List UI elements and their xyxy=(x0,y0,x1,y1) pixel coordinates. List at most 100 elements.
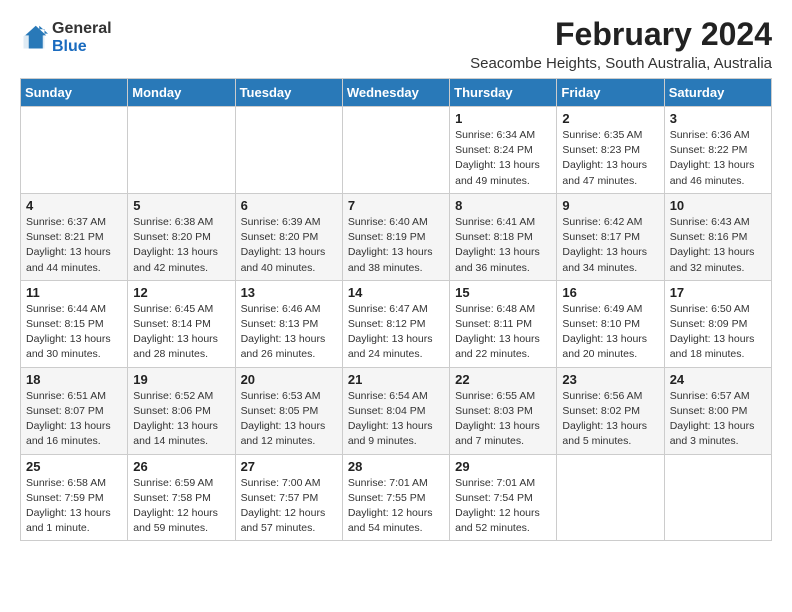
day-info: Sunrise: 6:37 AM Sunset: 8:21 PM Dayligh… xyxy=(26,215,122,276)
day-info: Sunrise: 6:39 AM Sunset: 8:20 PM Dayligh… xyxy=(241,215,337,276)
day-info: Sunrise: 6:48 AM Sunset: 8:11 PM Dayligh… xyxy=(455,302,551,363)
day-number: 2 xyxy=(562,111,658,126)
main-title: February 2024 xyxy=(470,16,772,53)
day-info: Sunrise: 6:43 AM Sunset: 8:16 PM Dayligh… xyxy=(670,215,766,276)
logo-general-text: General xyxy=(52,20,112,37)
calendar-cell: 9Sunrise: 6:42 AM Sunset: 8:17 PM Daylig… xyxy=(557,193,664,280)
header-day-saturday: Saturday xyxy=(664,79,771,107)
header-day-friday: Friday xyxy=(557,79,664,107)
day-number: 23 xyxy=(562,372,658,387)
calendar-week-3: 11 Sunrise: 6:44 AM Sunset: 8:15 PM Dayli… xyxy=(21,280,772,367)
title-area: February 2024 Seacombe Heights, South Au… xyxy=(470,16,772,72)
calendar-cell: 5 Sunrise: 6:38 AM Sunset: 8:20 PM Daylig… xyxy=(128,193,235,280)
calendar-week-5: 25 Sunrise: 6:58 AM Sunset: 7:59 PM Dayli… xyxy=(21,454,772,541)
day-info: Sunrise: 6:50 AM Sunset: 8:09 PM Dayligh… xyxy=(670,302,766,363)
calendar-cell: 8Sunrise: 6:41 AM Sunset: 8:18 PM Daylig… xyxy=(450,193,557,280)
day-info: Sunrise: 6:53 AM Sunset: 8:05 PM Dayligh… xyxy=(241,389,337,450)
day-number: 27 xyxy=(241,459,337,474)
calendar-cell: 12 Sunrise: 6:45 AM Sunset: 8:14 PM Dayli… xyxy=(128,280,235,367)
calendar-cell: 24Sunrise: 6:57 AM Sunset: 8:00 PM Dayli… xyxy=(664,367,771,454)
day-info: Sunrise: 7:00 AM Sunset: 7:57 PM Dayligh… xyxy=(241,476,337,537)
calendar-cell: 19 Sunrise: 6:52 AM Sunset: 8:06 PM Dayli… xyxy=(128,367,235,454)
day-info: Sunrise: 6:42 AM Sunset: 8:17 PM Dayligh… xyxy=(562,215,658,276)
day-info: Sunrise: 6:36 AM Sunset: 8:22 PM Dayligh… xyxy=(670,128,766,189)
day-info: Sunrise: 6:38 AM Sunset: 8:20 PM Dayligh… xyxy=(133,215,229,276)
day-number: 19 xyxy=(133,372,229,387)
header-day-sunday: Sunday xyxy=(21,79,128,107)
calendar-cell: 28 Sunrise: 7:01 AM Sunset: 7:55 PM Dayli… xyxy=(342,454,449,541)
day-number: 13 xyxy=(241,285,337,300)
subtitle: Seacombe Heights, South Australia, Austr… xyxy=(470,55,772,72)
header-row: SundayMondayTuesdayWednesdayThursdayFrid… xyxy=(21,79,772,107)
calendar-cell: 14 Sunrise: 6:47 AM Sunset: 8:12 PM Dayli… xyxy=(342,280,449,367)
calendar-cell: 6 Sunrise: 6:39 AM Sunset: 8:20 PM Daylig… xyxy=(235,193,342,280)
calendar-header: SundayMondayTuesdayWednesdayThursdayFrid… xyxy=(21,79,772,107)
calendar-cell: 25 Sunrise: 6:58 AM Sunset: 7:59 PM Dayli… xyxy=(21,454,128,541)
day-info: Sunrise: 6:41 AM Sunset: 8:18 PM Dayligh… xyxy=(455,215,551,276)
calendar-cell xyxy=(128,107,235,194)
calendar-cell: 3 Sunrise: 6:36 AM Sunset: 8:22 PM Daylig… xyxy=(664,107,771,194)
calendar-cell: 26Sunrise: 6:59 AM Sunset: 7:58 PM Dayli… xyxy=(128,454,235,541)
day-number: 24 xyxy=(670,372,766,387)
day-info: Sunrise: 6:55 AM Sunset: 8:03 PM Dayligh… xyxy=(455,389,551,450)
calendar-cell: 22 Sunrise: 6:55 AM Sunset: 8:03 PM Dayli… xyxy=(450,367,557,454)
calendar-cell xyxy=(342,107,449,194)
calendar-cell xyxy=(557,454,664,541)
logo-icon xyxy=(20,24,48,52)
day-number: 17 xyxy=(670,285,766,300)
day-number: 29 xyxy=(455,459,551,474)
calendar-cell: 27 Sunrise: 7:00 AM Sunset: 7:57 PM Dayli… xyxy=(235,454,342,541)
day-info: Sunrise: 6:49 AM Sunset: 8:10 PM Dayligh… xyxy=(562,302,658,363)
day-number: 5 xyxy=(133,198,229,213)
calendar-cell: 20Sunrise: 6:53 AM Sunset: 8:05 PM Dayli… xyxy=(235,367,342,454)
day-number: 22 xyxy=(455,372,551,387)
day-info: Sunrise: 6:44 AM Sunset: 8:15 PM Dayligh… xyxy=(26,302,122,363)
day-info: Sunrise: 6:45 AM Sunset: 8:14 PM Dayligh… xyxy=(133,302,229,363)
header-day-wednesday: Wednesday xyxy=(342,79,449,107)
calendar-cell: 2Sunrise: 6:35 AM Sunset: 8:23 PM Daylig… xyxy=(557,107,664,194)
header-day-monday: Monday xyxy=(128,79,235,107)
day-number: 11 xyxy=(26,285,122,300)
day-info: Sunrise: 7:01 AM Sunset: 7:55 PM Dayligh… xyxy=(348,476,444,537)
calendar-cell: 13 Sunrise: 6:46 AM Sunset: 8:13 PM Dayli… xyxy=(235,280,342,367)
day-number: 16 xyxy=(562,285,658,300)
header-day-thursday: Thursday xyxy=(450,79,557,107)
calendar-cell: 1Sunrise: 6:34 AM Sunset: 8:24 PM Daylig… xyxy=(450,107,557,194)
calendar-week-2: 4 Sunrise: 6:37 AM Sunset: 8:21 PM Daylig… xyxy=(21,193,772,280)
calendar-cell: 7Sunrise: 6:40 AM Sunset: 8:19 PM Daylig… xyxy=(342,193,449,280)
day-number: 26 xyxy=(133,459,229,474)
header: General Blue February 2024 Seacombe Heig… xyxy=(20,16,772,72)
day-info: Sunrise: 6:58 AM Sunset: 7:59 PM Dayligh… xyxy=(26,476,122,537)
header-day-tuesday: Tuesday xyxy=(235,79,342,107)
day-number: 4 xyxy=(26,198,122,213)
day-number: 10 xyxy=(670,198,766,213)
day-number: 15 xyxy=(455,285,551,300)
calendar-cell: 18Sunrise: 6:51 AM Sunset: 8:07 PM Dayli… xyxy=(21,367,128,454)
day-number: 3 xyxy=(670,111,766,126)
day-info: Sunrise: 6:52 AM Sunset: 8:06 PM Dayligh… xyxy=(133,389,229,450)
day-info: Sunrise: 6:47 AM Sunset: 8:12 PM Dayligh… xyxy=(348,302,444,363)
day-number: 25 xyxy=(26,459,122,474)
calendar-cell: 16 Sunrise: 6:49 AM Sunset: 8:10 PM Dayli… xyxy=(557,280,664,367)
day-info: Sunrise: 6:54 AM Sunset: 8:04 PM Dayligh… xyxy=(348,389,444,450)
day-number: 28 xyxy=(348,459,444,474)
calendar-cell xyxy=(21,107,128,194)
logo: General Blue xyxy=(20,20,112,55)
calendar-cell xyxy=(664,454,771,541)
day-number: 14 xyxy=(348,285,444,300)
day-info: Sunrise: 6:56 AM Sunset: 8:02 PM Dayligh… xyxy=(562,389,658,450)
calendar-week-4: 18Sunrise: 6:51 AM Sunset: 8:07 PM Dayli… xyxy=(21,367,772,454)
calendar-cell: 11 Sunrise: 6:44 AM Sunset: 8:15 PM Dayli… xyxy=(21,280,128,367)
day-number: 21 xyxy=(348,372,444,387)
logo-blue-text: Blue xyxy=(52,38,87,55)
day-number: 6 xyxy=(241,198,337,213)
day-number: 12 xyxy=(133,285,229,300)
calendar-cell: 4 Sunrise: 6:37 AM Sunset: 8:21 PM Daylig… xyxy=(21,193,128,280)
calendar-week-1: 1Sunrise: 6:34 AM Sunset: 8:24 PM Daylig… xyxy=(21,107,772,194)
calendar-body: 1Sunrise: 6:34 AM Sunset: 8:24 PM Daylig… xyxy=(21,107,772,541)
day-info: Sunrise: 7:01 AM Sunset: 7:54 PM Dayligh… xyxy=(455,476,551,537)
logo-text: General Blue xyxy=(52,20,112,55)
day-info: Sunrise: 6:46 AM Sunset: 8:13 PM Dayligh… xyxy=(241,302,337,363)
calendar-cell: 23 Sunrise: 6:56 AM Sunset: 8:02 PM Dayli… xyxy=(557,367,664,454)
day-number: 1 xyxy=(455,111,551,126)
